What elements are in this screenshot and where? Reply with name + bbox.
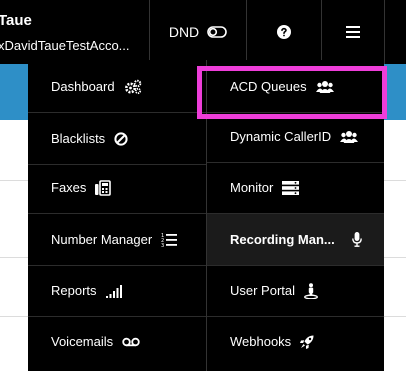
table-header-left: [0, 64, 28, 120]
menu-item-label: Monitor: [230, 180, 274, 195]
menu-item-recording-manager[interactable]: Recording Man...: [207, 214, 384, 265]
page-content-right: [384, 120, 406, 371]
menu-item-label: Reports: [51, 283, 97, 298]
table-row-divider: [0, 180, 28, 181]
users-icon: [340, 130, 359, 144]
server-icon: [282, 180, 300, 195]
users-icon: [315, 80, 334, 94]
menu-item-number-manager[interactable]: Number Manager 123: [28, 214, 206, 265]
menu-item-label: User Portal: [230, 283, 296, 298]
menu-item-label: ACD Queues: [230, 79, 307, 94]
question-circle-icon: [277, 25, 291, 39]
account-name: xDavidTaueTestAcco...: [0, 38, 130, 53]
rocket-icon: [300, 335, 314, 349]
table-row-divider: [0, 257, 28, 258]
street-view-icon: [304, 282, 318, 299]
menu-item-user-portal[interactable]: User Portal: [207, 265, 384, 316]
toggle-off-icon: [207, 26, 227, 38]
menu-button[interactable]: [322, 0, 384, 64]
menu-item-blacklists[interactable]: Blacklists: [28, 113, 206, 164]
table-row-divider: [384, 180, 406, 181]
top-bar: Taue xDavidTaueTestAcco... DND: [0, 0, 406, 64]
help-button[interactable]: [247, 0, 321, 64]
dnd-label: DND: [168, 24, 200, 40]
user-name: Taue: [0, 12, 32, 29]
menu-item-label: Number Manager: [51, 232, 153, 247]
hamburger-icon: [346, 26, 360, 38]
dnd-toggle[interactable]: DND: [150, 0, 246, 64]
svg-text:3: 3: [161, 243, 164, 247]
menu-item-label: Voicemails: [51, 334, 114, 349]
topbar-separator: [384, 0, 385, 64]
cogs-icon: [124, 79, 142, 95]
menu-item-faxes[interactable]: Faxes: [28, 162, 206, 213]
menu-item-dashboard[interactable]: Dashboard: [28, 61, 206, 112]
menu-item-label: Recording Man...: [230, 232, 335, 247]
microphone-icon: [352, 232, 362, 247]
menu-item-label: Blacklists: [51, 131, 106, 146]
table-row-divider: [384, 316, 406, 317]
menu-item-reports[interactable]: Reports: [28, 265, 206, 316]
voicemail-icon: [122, 337, 140, 347]
menu-item-dynamic-callerid[interactable]: Dynamic CallerID: [207, 111, 384, 162]
signal-bars-icon: [105, 284, 123, 298]
menu-item-webhooks[interactable]: Webhooks: [207, 316, 384, 367]
fax-icon: [95, 179, 112, 196]
menu-item-label: Dashboard: [51, 79, 115, 94]
menu-item-monitor[interactable]: Monitor: [207, 162, 384, 213]
menu-item-label: Faxes: [51, 180, 87, 195]
menu-item-voicemails[interactable]: Voicemails: [28, 316, 206, 367]
list-numbered-icon: 123: [161, 232, 178, 247]
table-row-divider: [0, 316, 28, 317]
menu-item-acd-queues[interactable]: ACD Queues: [207, 61, 384, 112]
menu-item-label: Dynamic CallerID: [230, 129, 332, 144]
ban-icon: [114, 131, 128, 146]
table-row-divider: [384, 257, 406, 258]
table-header-right: [384, 64, 406, 120]
menu-item-label: Webhooks: [230, 334, 292, 349]
